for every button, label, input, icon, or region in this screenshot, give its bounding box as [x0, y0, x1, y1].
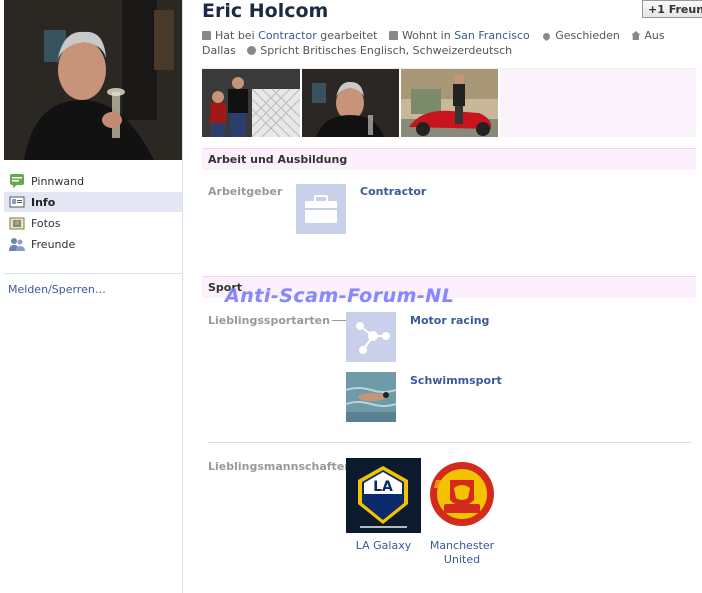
nav-label: Freunde	[31, 237, 76, 251]
residence-summary: Wohnt in San Francisco	[388, 29, 530, 42]
favorite-teams-label: Lieblingsmannschaften	[208, 460, 353, 473]
work-summary: Hat bei Contractor gearbeitet	[202, 29, 377, 42]
sport-link-motor-racing[interactable]: Motor racing	[410, 314, 489, 327]
section-header-work: Arbeit und Ausbildung	[202, 148, 696, 170]
team-caption-la-galaxy[interactable]: LA Galaxy	[346, 539, 421, 553]
nav-label: Fotos	[31, 216, 61, 230]
nav-item-info[interactable]: Info	[4, 192, 182, 212]
photo-strip-empty	[500, 69, 696, 137]
nav-item-wall[interactable]: Pinnwand	[4, 171, 182, 191]
wall-icon	[9, 173, 25, 189]
languages-summary: Spricht Britisches Englisch, Schweizerde…	[247, 44, 512, 57]
team-thumbnail-manchester-united[interactable]	[426, 458, 498, 533]
profile-info-summary: Hat bei Contractor gearbeitet Wohnt in S…	[202, 28, 702, 58]
heart-icon	[541, 31, 552, 42]
work-link[interactable]: Contractor	[258, 29, 317, 42]
nav-item-photos[interactable]: Fotos	[4, 213, 182, 233]
city-link[interactable]: San Francisco	[454, 29, 530, 42]
employer-thumbnail[interactable]	[296, 184, 346, 234]
profile-name: Eric Holcom	[202, 0, 329, 22]
label-connector	[332, 320, 346, 321]
building-icon	[388, 31, 398, 40]
globe-icon	[247, 46, 257, 55]
nav-divider	[4, 273, 182, 274]
sport-link-swimming[interactable]: Schwimmsport	[410, 374, 502, 387]
svg-text:LA: LA	[373, 479, 393, 495]
nav-label: Info	[31, 195, 56, 209]
manchester-united-crest-icon	[426, 458, 498, 537]
sport-thumbnail-motor-racing[interactable]	[346, 312, 396, 362]
sport-thumbnail-swimming[interactable]	[345, 372, 397, 422]
nav-item-friends[interactable]: Freunde	[4, 234, 182, 254]
home-icon	[631, 31, 641, 40]
photos-icon	[9, 215, 25, 231]
team-thumbnail-la-galaxy[interactable]: LA	[346, 458, 421, 533]
la-galaxy-logo-icon: LA	[346, 458, 421, 537]
column-divider	[182, 0, 183, 593]
add-friend-button[interactable]: +1 Freund	[642, 0, 702, 18]
employer-label: Arbeitgeber	[208, 185, 283, 198]
friends-icon	[9, 236, 25, 252]
favorite-sports-label: Lieblingssportarten	[208, 314, 330, 327]
nav-label: Pinnwand	[31, 174, 85, 188]
relationship-summary: Geschieden	[541, 29, 620, 42]
briefcase-icon	[202, 31, 211, 40]
watermark: Anti-Scam-Forum-NL	[225, 285, 455, 307]
photo-thumbnail[interactable]	[202, 69, 300, 137]
photo-thumbnail[interactable]	[302, 69, 399, 137]
sport-divider	[208, 442, 691, 443]
photo-thumbnail[interactable]	[401, 69, 498, 137]
briefcase-icon	[296, 184, 346, 238]
report-block-link[interactable]: Melden/Sperren…	[8, 283, 106, 296]
share-nodes-icon	[346, 312, 396, 366]
profile-picture[interactable]	[4, 0, 183, 160]
team-caption-manchester-united[interactable]: Manchester United	[426, 539, 498, 567]
info-icon	[9, 194, 25, 210]
add-friend-label: +1 Freund	[648, 2, 702, 16]
employer-name-link[interactable]: Contractor	[360, 185, 426, 198]
